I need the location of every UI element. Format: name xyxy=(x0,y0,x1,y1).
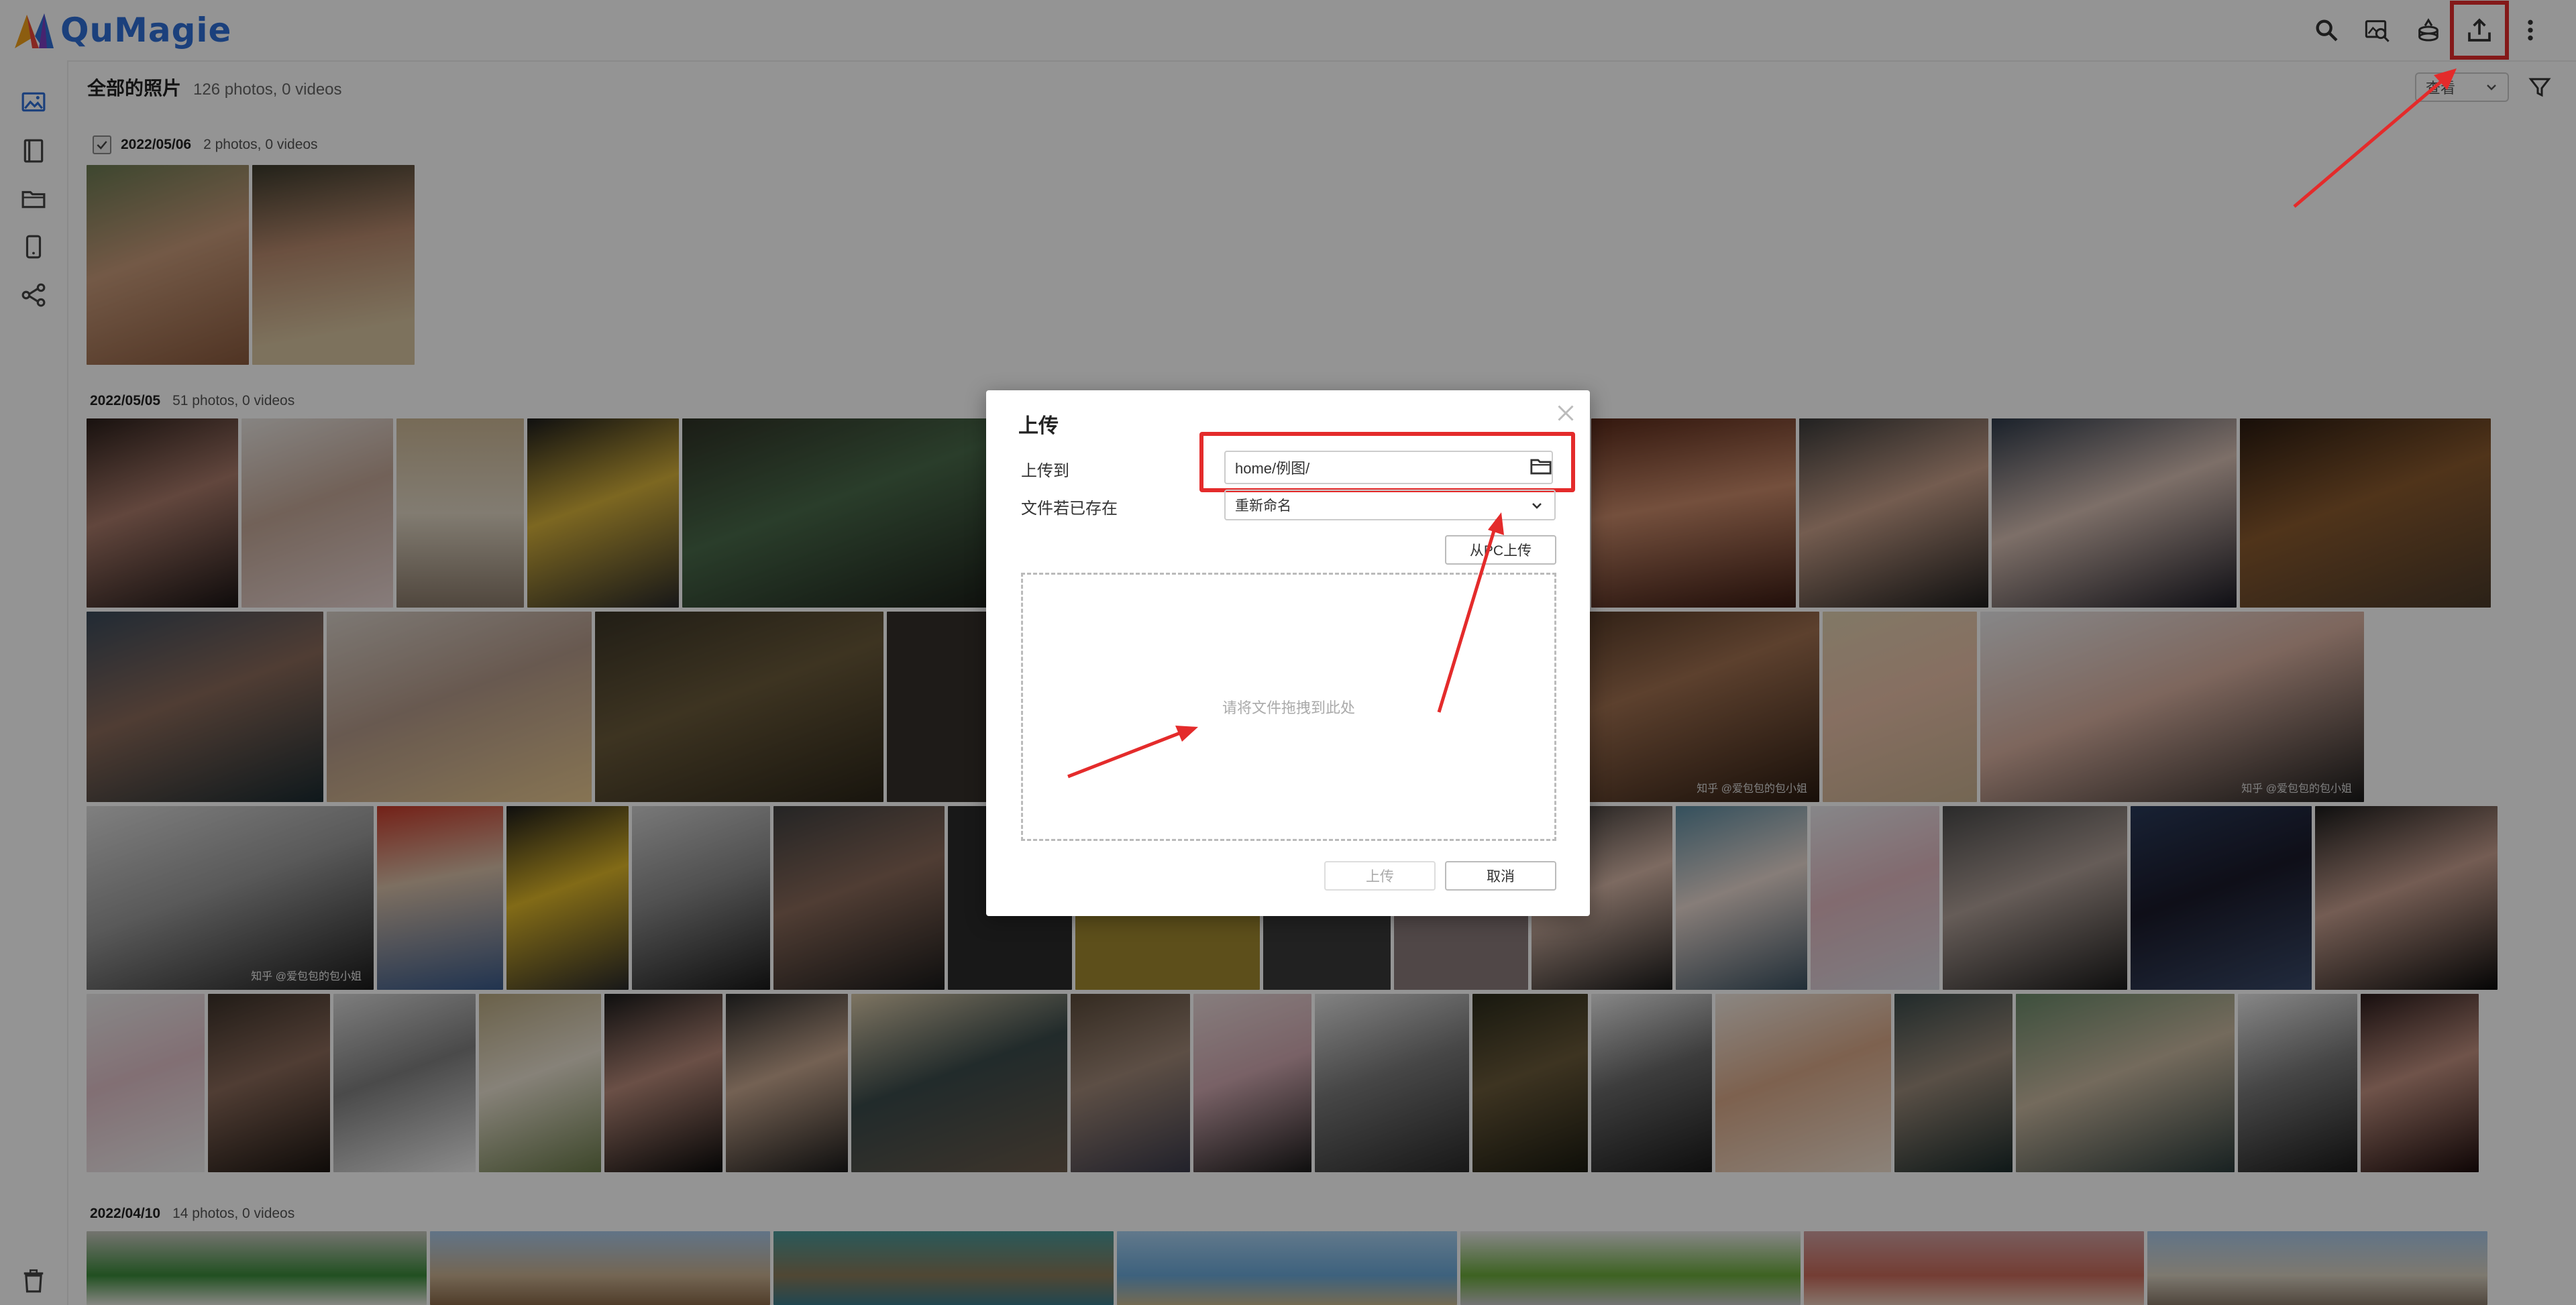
upload-button[interactable]: 上传 xyxy=(1324,861,1436,891)
dialog-title: 上传 xyxy=(1018,415,1059,437)
chevron-down-icon xyxy=(1532,503,1542,509)
qumagie-app: QuMagie 全部的照片 126 photos, 0 videos 查看 20… xyxy=(0,0,2576,1305)
upload-to-label: 上传到 xyxy=(1021,462,1069,480)
close-icon[interactable] xyxy=(1554,401,1578,425)
file-drop-zone[interactable]: 请将文件拖拽到此处 xyxy=(1021,573,1556,841)
if-exists-label: 文件若已存在 xyxy=(1021,500,1118,518)
upload-from-pc-button[interactable]: 从PC上传 xyxy=(1445,535,1556,565)
cancel-button[interactable]: 取消 xyxy=(1445,861,1556,891)
upload-dialog: 上传 上传到 home/例图/ 文件若已存在 重新命名 从PC上传 请将文件拖拽… xyxy=(986,390,1590,916)
if-exists-value: 重新命名 xyxy=(1235,498,1291,514)
highlight-box xyxy=(1199,432,1575,492)
if-exists-select[interactable]: 重新命名 xyxy=(1224,490,1556,520)
drop-hint: 请将文件拖拽到此处 xyxy=(1222,699,1355,716)
